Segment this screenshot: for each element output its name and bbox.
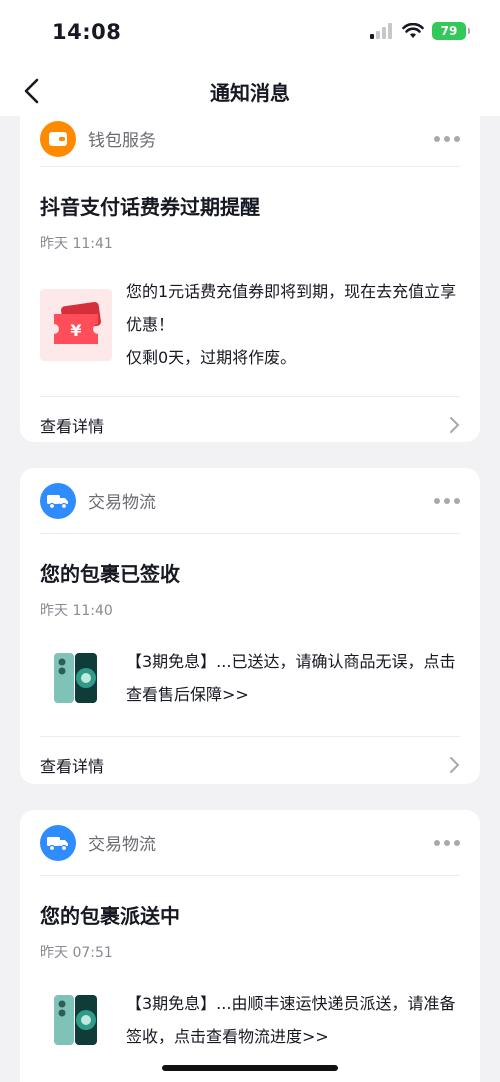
battery-icon: 79	[432, 22, 470, 40]
source-name: 钱包服务	[88, 131, 156, 151]
message-text: 【3期免息】...由顺丰速运快递员派送，请准备签收，点击查看物流进度>>	[126, 994, 456, 1046]
message-body: 【3期免息】...已送达，请确认商品无误，点击查看售后保障>>	[40, 642, 460, 714]
card-header: 钱包服务	[40, 116, 460, 167]
chevron-right-icon	[450, 756, 460, 773]
source-name: 交易物流	[88, 835, 156, 855]
status-bar: 14:08 79	[0, 0, 500, 66]
message-text: 【3期免息】...已送达，请确认商品无误，点击查看售后保障>>	[126, 652, 456, 704]
source-name: 交易物流	[88, 493, 156, 513]
phone-thumbnail	[40, 642, 112, 714]
more-icon[interactable]	[434, 130, 460, 148]
message-time: 昨天 11:40	[40, 603, 113, 619]
status-icons: 79	[370, 22, 470, 40]
message-time: 昨天 11:41	[40, 236, 113, 252]
notification-card[interactable]: 钱包服务 抖音支付话费券过期提醒 昨天 11:41 ¥ 您的1元话费充值券即将到…	[20, 116, 480, 442]
more-icon[interactable]	[434, 492, 460, 510]
message-body: ¥ 您的1元话费充值券即将到期，现在去充值立享优惠！ 仅剩0天，过期将作废。	[40, 275, 460, 374]
status-time: 14:08	[52, 20, 122, 44]
chevron-right-icon	[450, 416, 460, 433]
delivery-truck-icon	[40, 482, 76, 519]
message-title: 您的包裹派送中	[40, 904, 180, 928]
view-details-row[interactable]: 查看详情	[40, 736, 460, 792]
message-title: 抖音支付话费券过期提醒	[40, 195, 260, 219]
wallet-icon	[40, 120, 76, 157]
notification-card[interactable]: 交易物流 您的包裹已签收 昨天 11:40 【3期免息】...已送达，请确认商品…	[20, 468, 480, 784]
message-line: 您的1元话费充值券即将到期，现在去充值立享优惠！	[126, 282, 457, 334]
wifi-icon	[402, 23, 424, 38]
notification-card[interactable]: 交易物流 您的包裹派送中 昨天 07:51 【3期免息】...由顺丰速运快递员派…	[20, 810, 480, 1082]
back-arrow-icon[interactable]	[18, 76, 48, 106]
card-header: 交易物流	[40, 810, 460, 876]
message-time: 昨天 07:51	[40, 945, 113, 961]
view-details-label: 查看详情	[40, 756, 105, 776]
card-header: 交易物流	[40, 468, 460, 534]
message-title: 您的包裹已签收	[40, 562, 180, 586]
message-body: 【3期免息】...由顺丰速运快递员派送，请准备签收，点击查看物流进度>>	[40, 984, 460, 1056]
coupon-thumbnail: ¥	[40, 288, 112, 361]
more-icon[interactable]	[434, 834, 460, 852]
battery-level: 79	[440, 24, 458, 38]
home-indicator[interactable]	[162, 1065, 338, 1071]
phone-thumbnail	[40, 984, 112, 1056]
svg-text:¥: ¥	[70, 321, 81, 340]
nav-bar: 通知消息	[0, 66, 500, 116]
view-details-label: 查看详情	[40, 416, 105, 436]
view-details-row[interactable]: 查看详情	[40, 396, 460, 452]
page-title: 通知消息	[210, 80, 290, 105]
notification-feed[interactable]: 钱包服务 抖音支付话费券过期提醒 昨天 11:41 ¥ 您的1元话费充值券即将到…	[0, 116, 500, 1082]
message-text: 您的1元话费充值券即将到期，现在去充值立享优惠！ 仅剩0天，过期将作废。	[126, 275, 460, 374]
message-line: 仅剩0天，过期将作废。	[126, 348, 297, 367]
signal-icon	[370, 23, 392, 39]
delivery-truck-icon	[40, 824, 76, 861]
